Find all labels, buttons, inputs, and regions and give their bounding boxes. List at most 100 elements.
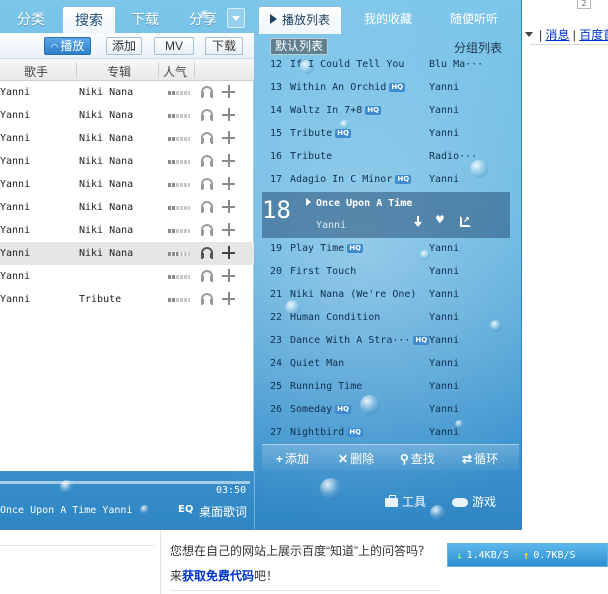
playlist-item[interactable]: 12 If I Could Tell You Blu Ma··· — [262, 54, 510, 77]
table-row[interactable]: Yanni Niki Nana — [0, 196, 254, 219]
track-title-wrap: Play Time HQ — [290, 243, 363, 254]
tab-playlist[interactable]: 播放列表 — [258, 6, 342, 34]
tab-download[interactable]: 下载 — [120, 6, 170, 34]
playlist-add-button[interactable]: + 添加 — [276, 450, 309, 467]
add-plus-icon[interactable] — [222, 223, 235, 236]
cta-suffix: 吧！ — [254, 569, 279, 583]
playlist-item[interactable]: 25 Running Time Yanni — [262, 376, 510, 399]
add-plus-icon[interactable] — [222, 154, 235, 167]
download-button[interactable]: 下载 — [205, 37, 243, 55]
share-icon[interactable] — [460, 212, 471, 227]
add-plus-icon[interactable] — [222, 292, 235, 305]
add-plus-icon[interactable] — [222, 269, 235, 282]
table-row[interactable]: Yanni Niki Nana — [0, 127, 254, 150]
playlist-item[interactable]: 20 First Touch Yanni — [262, 261, 510, 284]
messages-link[interactable]: 消息 — [545, 28, 569, 42]
hq-badge: HQ — [335, 129, 351, 138]
tab-share[interactable]: 分享 — [178, 6, 228, 34]
headphone-icon[interactable] — [201, 201, 213, 213]
playlist-find-button[interactable]: ⚲ 查找 — [400, 450, 435, 467]
playlist-delete-button[interactable]: ✕ 删除 — [338, 450, 374, 467]
dropdown-caret-icon[interactable] — [525, 32, 533, 37]
playlist-item[interactable]: 21 Niki Nana (We're One) Yanni — [262, 284, 510, 307]
mv-button[interactable]: MV — [154, 37, 194, 55]
popularity-bar — [168, 137, 190, 141]
tools-button[interactable]: 工具 — [385, 493, 426, 510]
headphone-icon[interactable] — [201, 109, 213, 121]
playlist-item[interactable]: 19 Play Time HQ Yanni — [262, 238, 510, 261]
playlist-item[interactable]: 16 Tribute Radio··· — [262, 146, 510, 169]
add-plus-icon[interactable] — [222, 131, 235, 144]
playlist-item[interactable]: 27 Nightbird HQ Yanni — [262, 422, 510, 445]
headphone-icon[interactable] — [201, 132, 213, 144]
track-singer: Yanni — [429, 289, 460, 300]
table-row[interactable]: Yanni Tribute — [0, 288, 254, 311]
singer-cell: Yanni — [0, 225, 31, 236]
tab-category[interactable]: 分类 — [6, 6, 56, 34]
playlist-item[interactable]: 13 Within An Orchid HQ Yanni — [262, 77, 510, 100]
share-dropdown-icon[interactable] — [227, 8, 245, 28]
playlist-item[interactable]: 24 Quiet Man Yanni — [262, 353, 510, 376]
table-row[interactable]: Yanni Niki Nana — [0, 173, 254, 196]
play-button[interactable]: ◠ 播放 — [44, 37, 91, 55]
embed-question-text: 您想在自己的网站上展示百度“知道”上的问答吗？ — [170, 544, 430, 558]
headphone-icon[interactable] — [201, 224, 213, 236]
playlist-item[interactable]: 22 Human Condition Yanni — [262, 307, 510, 330]
column-singer[interactable]: 歌手 — [24, 63, 48, 80]
tab-favorites[interactable]: 我的收藏 — [348, 6, 428, 34]
games-button[interactable]: 游戏 — [452, 493, 496, 510]
track-number: 13 — [270, 82, 283, 93]
playlist-item-current[interactable]: 18 Once Upon A Time Yanni ♥ — [262, 192, 510, 238]
table-row[interactable]: Yanni Niki Nana — [0, 150, 254, 173]
headphone-icon[interactable] — [201, 270, 213, 282]
playlist-item[interactable]: 26 Someday HQ Yanni — [262, 399, 510, 422]
track-title: First Touch — [290, 266, 357, 277]
seek-bar[interactable] — [0, 481, 250, 484]
music-player-window: 分类 搜索 下载 分享 播放列表 我的收藏 随便听听 ◠ 播放 添加 MV 下载 … — [0, 0, 522, 530]
singer-cell: Yanni — [0, 110, 31, 121]
track-singer: Yanni — [429, 427, 460, 438]
hq-badge: HQ — [335, 405, 351, 414]
column-album[interactable]: 专辑 — [107, 63, 131, 80]
column-popularity[interactable]: 人气 — [163, 63, 187, 80]
desktop-lyrics-button[interactable]: 桌面歌词 — [199, 503, 247, 520]
get-free-code-link[interactable]: 获取免费代码 — [182, 569, 254, 583]
baidu-home-link[interactable]: 百度首 — [579, 28, 608, 42]
add-plus-icon[interactable] — [222, 246, 235, 259]
default-list-button[interactable]: 默认列表 — [270, 38, 329, 55]
headphone-icon[interactable] — [201, 178, 213, 190]
plus-icon: + — [276, 452, 284, 466]
add-plus-icon[interactable] — [222, 85, 235, 98]
add-button[interactable]: 添加 — [106, 37, 142, 55]
headphone-icon[interactable] — [201, 293, 213, 305]
table-row[interactable]: Yanni Niki Nana — [0, 219, 254, 242]
playlist-item[interactable]: 14 Waltz In 7+8 HQ Yanni — [262, 100, 510, 123]
headphone-icon[interactable] — [201, 247, 213, 259]
table-row[interactable]: Yanni Niki Nana — [0, 81, 254, 104]
track-singer: Yanni — [429, 404, 460, 415]
heart-icon[interactable]: ♥ — [436, 214, 444, 228]
track-number: 14 — [270, 105, 283, 116]
singer-cell: Yanni — [0, 133, 31, 144]
table-row[interactable]: Yanni Niki Nana — [0, 104, 254, 127]
playlist-item[interactable]: 23 Dance With A Stra··· HQ Yanni — [262, 330, 510, 353]
track-title-wrap: Adagio In C Minor HQ — [290, 174, 412, 185]
track-number: 18 — [262, 196, 291, 224]
tab-random-listen[interactable]: 随便听听 — [434, 6, 514, 34]
track-singer: Yanni — [429, 82, 460, 93]
headphone-icon[interactable] — [201, 86, 213, 98]
add-plus-icon[interactable] — [222, 200, 235, 213]
add-plus-icon[interactable] — [222, 177, 235, 190]
playlist-item[interactable]: 15 Tribute HQ Yanni — [262, 123, 510, 146]
headphone-icon[interactable] — [201, 155, 213, 167]
playlist-item[interactable]: 17 Adagio In C Minor HQ Yanni — [262, 169, 510, 192]
download-icon[interactable] — [412, 216, 424, 228]
table-row[interactable]: Yanni Niki Nana — [0, 242, 254, 265]
add-plus-icon[interactable] — [222, 108, 235, 121]
track-title: Niki Nana (We're One) — [290, 289, 417, 300]
player-bottom-bar: 03:50 Once Upon A Time Yanni EQ 桌面歌词 工具 … — [0, 471, 521, 529]
table-row[interactable]: Yanni — [0, 265, 254, 288]
tab-search[interactable]: 搜索 — [62, 6, 116, 34]
eq-button[interactable]: EQ — [178, 504, 193, 515]
playlist-loop-button[interactable]: ⇄ 循环 — [462, 450, 498, 467]
